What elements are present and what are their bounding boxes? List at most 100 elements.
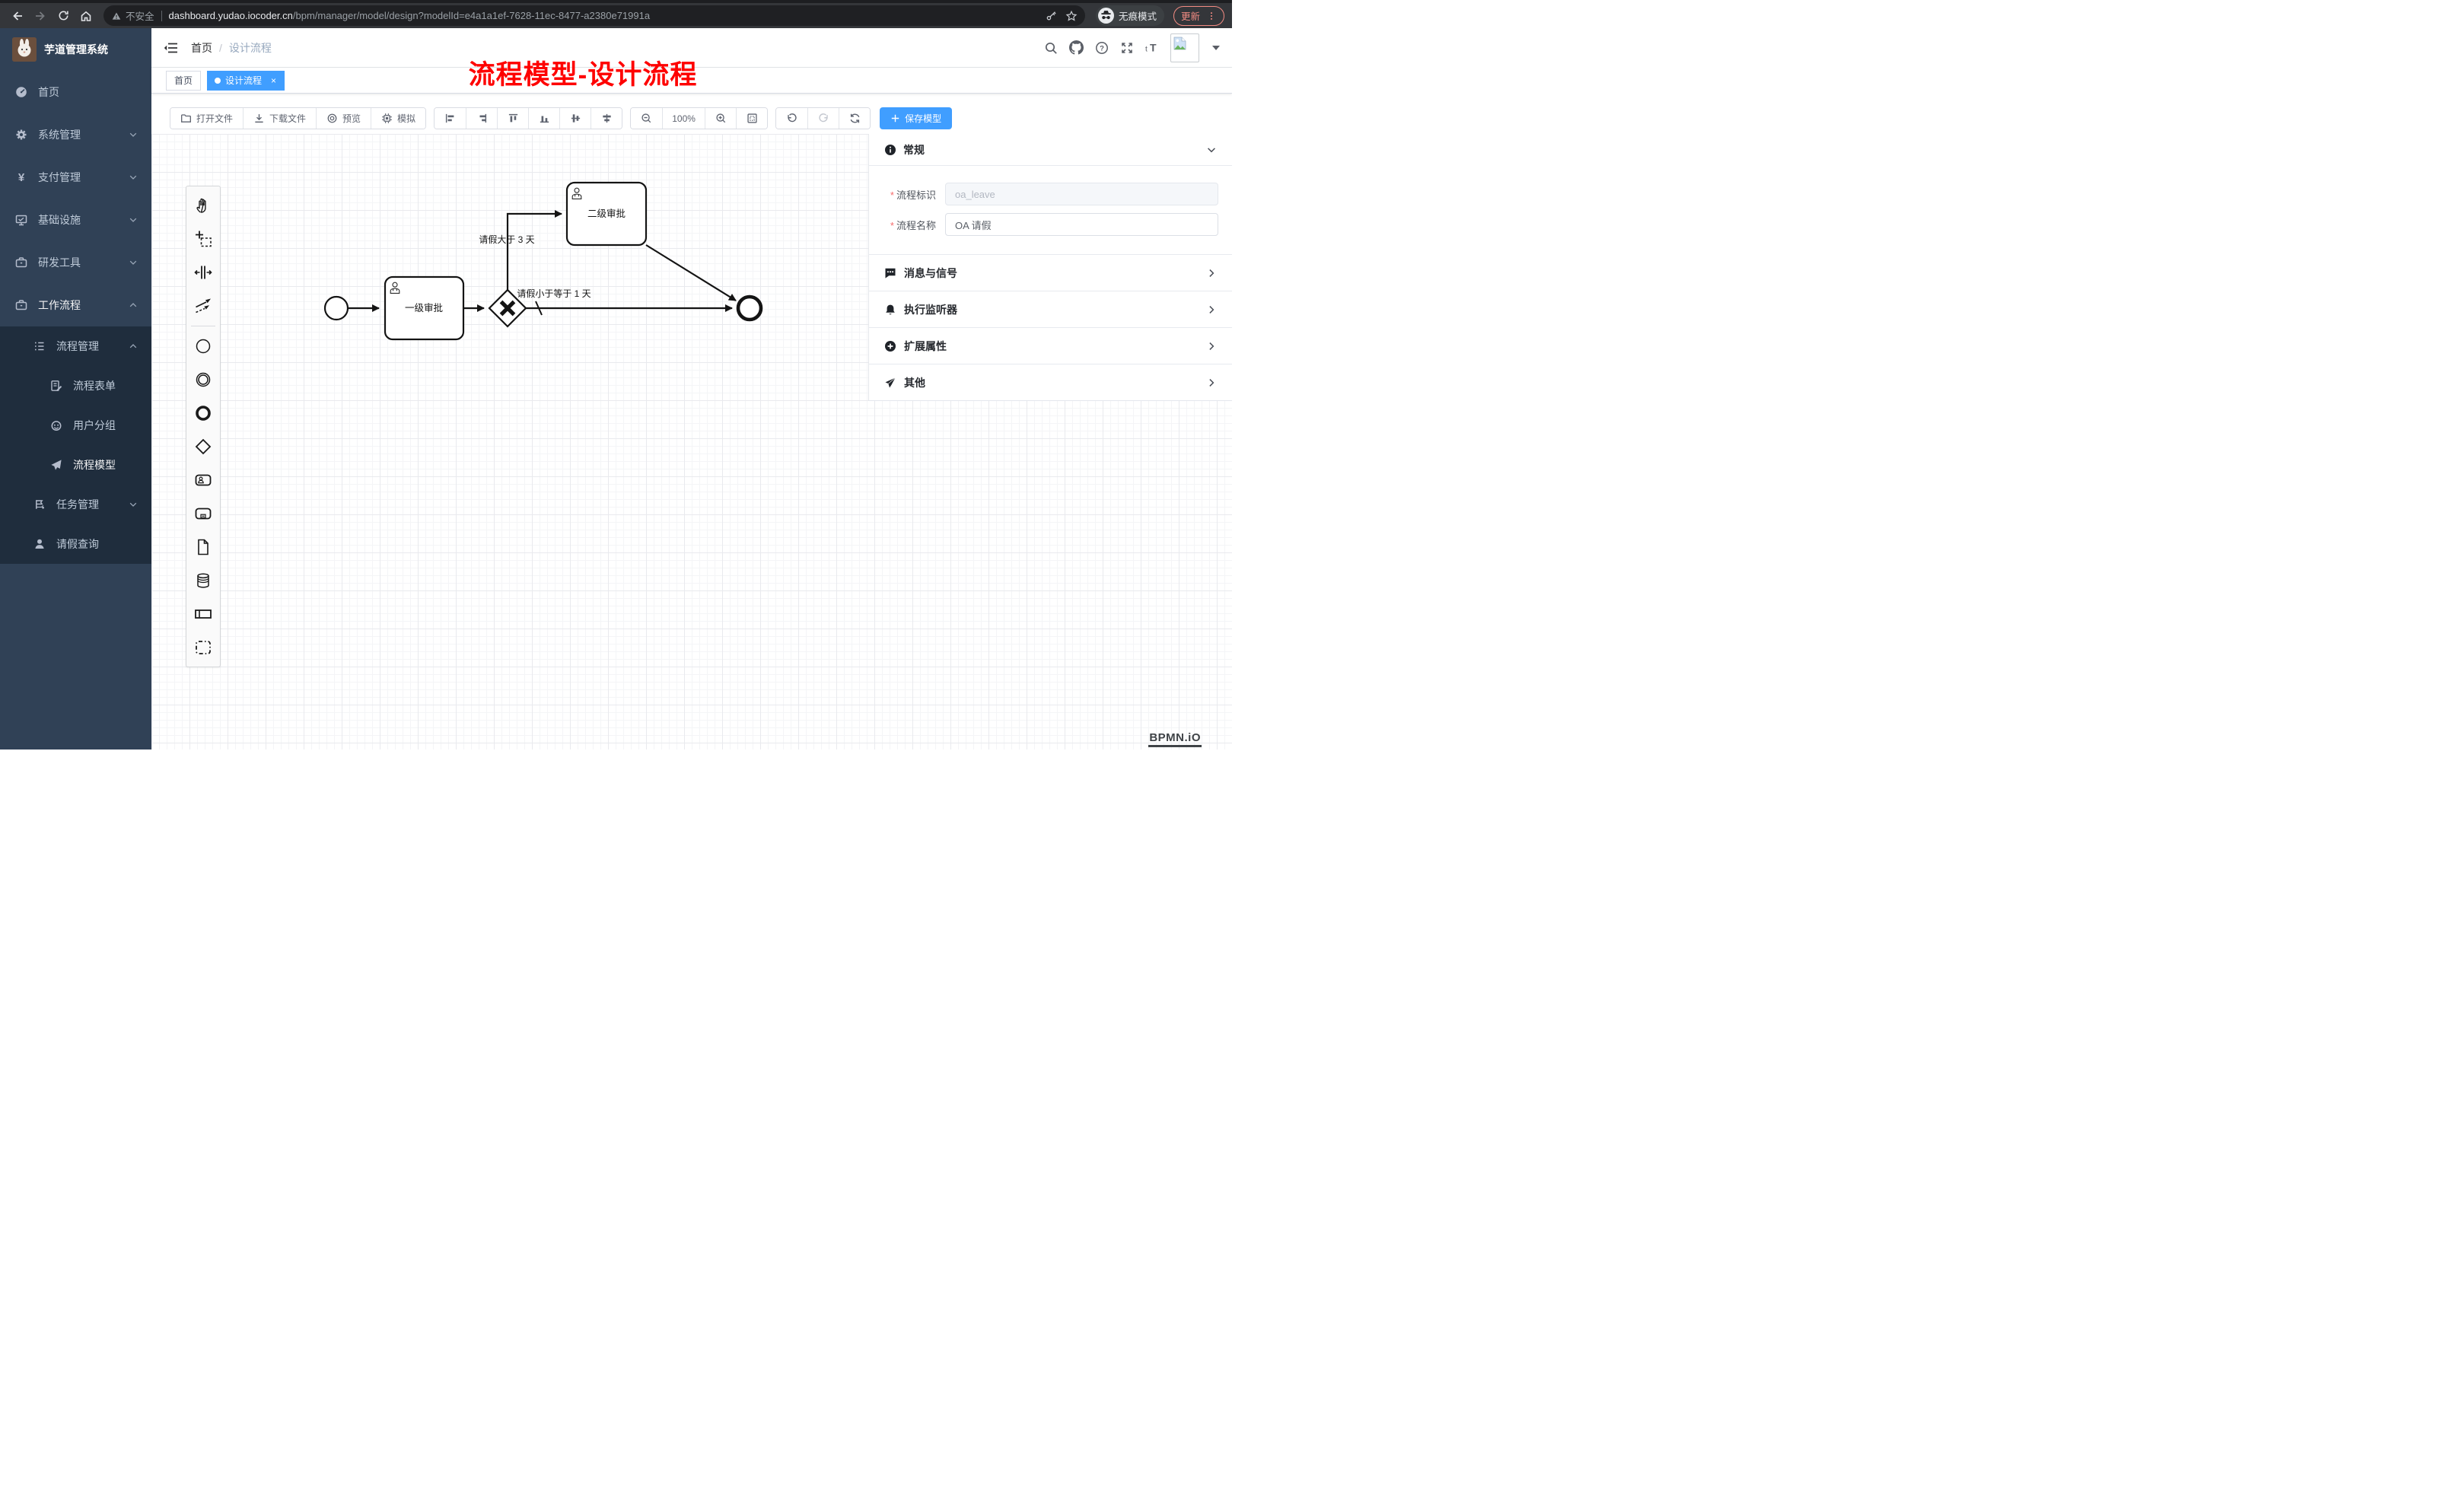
align-top-button[interactable] — [497, 108, 528, 129]
tag-active-dot — [215, 78, 221, 84]
app-logo-row[interactable]: 芋道管理系统 — [0, 28, 151, 71]
simulate-button[interactable]: 模拟 — [371, 108, 425, 129]
dashboard-icon — [15, 86, 27, 98]
sidebar-item-process-management[interactable]: 流程管理 — [0, 326, 151, 366]
breadcrumb-home[interactable]: 首页 — [191, 40, 212, 56]
restart-button[interactable] — [839, 108, 870, 129]
help-icon[interactable] — [1095, 41, 1109, 55]
search-icon[interactable] — [1044, 41, 1058, 55]
flow-task2-to-end[interactable] — [646, 245, 736, 301]
sidebar-item-label: 工作流程 — [38, 298, 81, 313]
flag-icon — [33, 498, 46, 511]
start-event[interactable] — [325, 297, 348, 320]
sidebar-submenu-workflow: 流程管理 流程表单 用户分组 流程模型 任务管理 — [0, 326, 151, 564]
file-button-group: 打开文件 下载文件 预览 模拟 — [170, 107, 426, 129]
sidebar-item-process-form[interactable]: 流程表单 — [0, 366, 151, 406]
app-title: 芋道管理系统 — [44, 42, 108, 57]
zoom-level[interactable]: 100% — [662, 108, 705, 129]
zoom-out-button[interactable] — [631, 108, 662, 129]
browser-menu-kebab-icon[interactable] — [1206, 11, 1217, 21]
message-icon — [884, 267, 896, 279]
bookmark-star-icon[interactable] — [1065, 10, 1078, 22]
process-key-label: *流程标识 — [869, 187, 945, 202]
sidebar-item-label: 流程管理 — [56, 339, 99, 354]
fullscreen-icon[interactable] — [1120, 41, 1134, 55]
section-label: 执行监听器 — [904, 302, 957, 317]
process-key-input[interactable] — [945, 183, 1218, 205]
simulate-label: 模拟 — [397, 112, 415, 125]
sidebar-item-workflow[interactable]: 工作流程 — [0, 284, 151, 326]
tag-home[interactable]: 首页 — [166, 71, 201, 91]
tag-close-icon[interactable]: × — [271, 76, 276, 85]
task1-label: 一级审批 — [405, 302, 443, 313]
process-name-label: *流程名称 — [869, 218, 945, 232]
process-name-input[interactable] — [945, 213, 1218, 236]
sidebar-item-leave-query[interactable]: 请假查询 — [0, 524, 151, 564]
github-icon[interactable] — [1069, 40, 1084, 55]
url-text: dashboard.yudao.iocoder.cn/bpm/manager/m… — [169, 10, 1038, 21]
zoom-in-button[interactable] — [705, 108, 736, 129]
sidebar-item-label: 支付管理 — [38, 170, 81, 185]
flow-gateway-to-task2[interactable] — [508, 214, 562, 290]
font-size-icon[interactable] — [1145, 41, 1159, 55]
fit-viewport-button[interactable] — [736, 108, 767, 129]
chevron-down-icon — [129, 500, 138, 509]
chevron-right-icon — [1206, 341, 1217, 352]
edge-label-greater-3-days[interactable]: 请假大于 3 天 — [479, 234, 534, 245]
sidebar: 芋道管理系统 首页 系统管理 支付管理 基础设施 — [0, 28, 151, 750]
download-file-button[interactable]: 下载文件 — [243, 108, 316, 129]
avatar[interactable] — [1170, 33, 1199, 62]
sidebar-item-home[interactable]: 首页 — [0, 71, 151, 113]
panel-section-other[interactable]: 其他 — [869, 364, 1232, 400]
align-horizontal-center-button[interactable] — [591, 108, 622, 129]
plus-icon — [890, 113, 900, 123]
sidebar-item-task-management[interactable]: 任务管理 — [0, 485, 151, 524]
password-key-icon[interactable] — [1046, 10, 1058, 22]
redo-button[interactable] — [807, 108, 839, 129]
browser-forward-button[interactable] — [30, 6, 50, 26]
edge-label-lte-1-day[interactable]: 请假小于等于 1 天 — [517, 288, 591, 299]
form-edit-icon — [50, 380, 62, 392]
bpmn-io-logo[interactable]: BPMN.iO — [1148, 731, 1202, 747]
save-model-button[interactable]: 保存模型 — [880, 107, 952, 129]
task2-label: 二级审批 — [587, 208, 626, 219]
sidebar-item-system[interactable]: 系统管理 — [0, 113, 151, 156]
required-asterisk: * — [890, 220, 894, 231]
end-event[interactable] — [738, 297, 761, 320]
browser-home-button[interactable] — [76, 6, 96, 26]
align-vertical-center-button[interactable] — [559, 108, 591, 129]
panel-section-execution-listeners[interactable]: 执行监听器 — [869, 291, 1232, 327]
zoom-button-group: 100% — [630, 107, 768, 129]
align-bottom-button[interactable] — [528, 108, 559, 129]
panel-section-extension-attributes[interactable]: 扩展属性 — [869, 328, 1232, 364]
sidebar-item-devtools[interactable]: 研发工具 — [0, 241, 151, 284]
not-secure-label: 不安全 — [126, 8, 154, 23]
sidebar-item-infrastructure[interactable]: 基础设施 — [0, 199, 151, 241]
panel-section-general[interactable]: 常规 — [869, 134, 1232, 165]
address-bar[interactable]: 不安全 dashboard.yudao.iocoder.cn/bpm/manag… — [103, 5, 1085, 26]
browser-reload-button[interactable] — [53, 6, 73, 26]
open-file-button[interactable]: 打开文件 — [170, 108, 243, 129]
sidebar-item-user-group[interactable]: 用户分组 — [0, 406, 151, 445]
browser-update-button[interactable]: 更新 — [1173, 6, 1224, 26]
sidebar-item-payment[interactable]: 支付管理 — [0, 156, 151, 199]
tag-design-process[interactable]: 设计流程 × — [207, 71, 285, 91]
undo-button[interactable] — [776, 108, 807, 129]
sidebar-collapse-button[interactable] — [164, 40, 179, 56]
history-button-group — [775, 107, 871, 129]
breadcrumb: 首页 / 设计流程 — [191, 40, 272, 56]
browser-back-button[interactable] — [8, 6, 27, 26]
align-left-button[interactable] — [435, 108, 466, 129]
not-secure-icon — [111, 11, 122, 21]
browser-chrome: 不安全 dashboard.yudao.iocoder.cn/bpm/manag… — [0, 0, 1232, 28]
preview-button[interactable]: 预览 — [316, 108, 371, 129]
monitor-icon — [15, 214, 27, 226]
sidebar-item-process-model[interactable]: 流程模型 — [0, 445, 151, 485]
field-process-key: *流程标识 — [869, 183, 1232, 205]
align-right-button[interactable] — [466, 108, 497, 129]
panel-section-messages-signals[interactable]: 消息与信号 — [869, 255, 1232, 291]
bpmn-canvas[interactable]: 一级审批 二级审批 请假大于 3 天 请假小于等于 1 天 常规 — [151, 134, 1232, 750]
sidebar-item-label: 用户分组 — [73, 418, 116, 433]
sidebar-item-label: 基础设施 — [38, 212, 81, 228]
avatar-dropdown-caret-icon[interactable] — [1212, 46, 1220, 50]
